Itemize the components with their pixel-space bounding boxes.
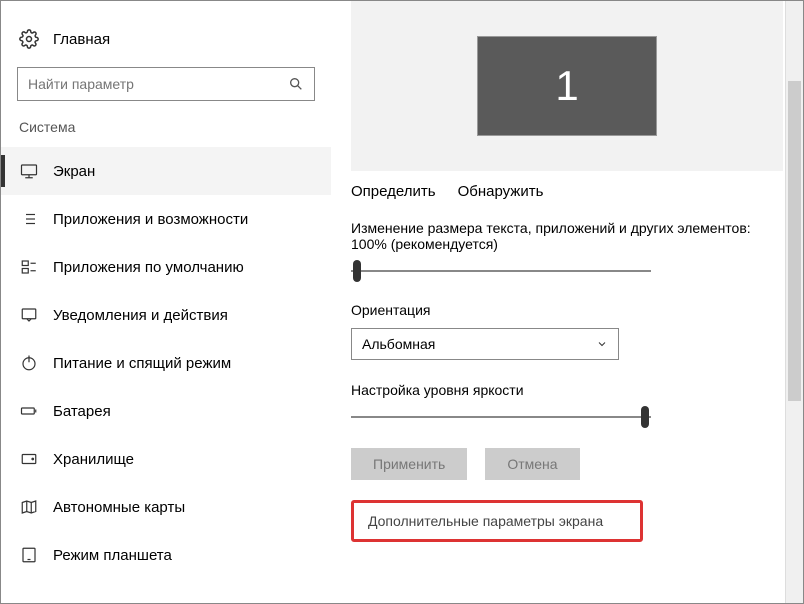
- notification-icon: [19, 305, 39, 325]
- scrollbar-thumb[interactable]: [788, 81, 801, 401]
- apply-button[interactable]: Применить: [351, 448, 467, 480]
- scrollbar[interactable]: [785, 1, 803, 603]
- orientation-label: Ориентация: [351, 302, 783, 318]
- sidebar-item-storage[interactable]: Хранилище: [1, 435, 331, 483]
- storage-icon: [19, 449, 39, 469]
- advanced-display-link-highlight: Дополнительные параметры экрана: [351, 500, 643, 542]
- sidebar-item-battery[interactable]: Батарея: [1, 387, 331, 435]
- power-icon: [19, 353, 39, 373]
- slider-track: [351, 270, 651, 272]
- battery-icon: [19, 401, 39, 421]
- sidebar-item-label: Экран: [53, 163, 95, 180]
- sidebar-item-power[interactable]: Питание и спящий режим: [1, 339, 331, 387]
- search-input[interactable]: [28, 76, 288, 92]
- sidebar-item-label: Приложения и возможности: [53, 211, 248, 228]
- sidebar-item-label: Приложения по умолчанию: [53, 259, 244, 276]
- sidebar-item-label: Батарея: [53, 403, 111, 420]
- sidebar-item-tablet[interactable]: Режим планшета: [1, 531, 331, 579]
- detect-button[interactable]: Обнаружить: [458, 183, 544, 200]
- search-box[interactable]: [17, 67, 315, 101]
- brightness-slider[interactable]: [351, 408, 651, 426]
- sidebar-item-notifications[interactable]: Уведомления и действия: [1, 291, 331, 339]
- brightness-label: Настройка уровня яркости: [351, 382, 783, 398]
- sidebar-item-label: Питание и спящий режим: [53, 355, 231, 372]
- tablet-icon: [19, 545, 39, 565]
- identify-button[interactable]: Определить: [351, 183, 436, 200]
- home-link[interactable]: Главная: [1, 29, 331, 67]
- maps-icon: [19, 497, 39, 517]
- sidebar-item-display[interactable]: Экран: [1, 147, 331, 195]
- monitor-preview[interactable]: 1: [477, 36, 657, 136]
- scale-label: Изменение размера текста, приложений и д…: [351, 220, 783, 252]
- sidebar-item-default-apps[interactable]: Приложения по умолчанию: [1, 243, 331, 291]
- monitor-icon: [19, 161, 39, 181]
- orientation-value: Альбомная: [362, 336, 435, 352]
- main-panel: 1 Определить Обнаружить Изменение размер…: [331, 1, 803, 603]
- monitor-number: 1: [555, 62, 578, 110]
- chevron-down-icon: [596, 338, 608, 350]
- orientation-dropdown[interactable]: Альбомная: [351, 328, 619, 360]
- defaults-icon: [19, 257, 39, 277]
- search-icon: [288, 76, 304, 92]
- scale-slider[interactable]: [351, 262, 651, 280]
- sidebar-item-label: Режим планшета: [53, 547, 172, 564]
- sidebar-item-label: Автономные карты: [53, 499, 185, 516]
- monitor-preview-area: 1: [351, 1, 783, 171]
- home-label: Главная: [53, 31, 110, 48]
- slider-thumb[interactable]: [641, 406, 649, 428]
- gear-icon: [19, 29, 39, 49]
- category-label: Система: [1, 119, 331, 147]
- sidebar-item-label: Хранилище: [53, 451, 134, 468]
- slider-track: [351, 416, 651, 418]
- sidebar-item-apps[interactable]: Приложения и возможности: [1, 195, 331, 243]
- cancel-button[interactable]: Отмена: [485, 448, 579, 480]
- sidebar-item-label: Уведомления и действия: [53, 307, 228, 324]
- list-icon: [19, 209, 39, 229]
- advanced-display-link[interactable]: Дополнительные параметры экрана: [368, 513, 603, 529]
- sidebar: Главная Система Экран Приложения и возмо…: [1, 1, 331, 603]
- slider-thumb[interactable]: [353, 260, 361, 282]
- sidebar-item-maps[interactable]: Автономные карты: [1, 483, 331, 531]
